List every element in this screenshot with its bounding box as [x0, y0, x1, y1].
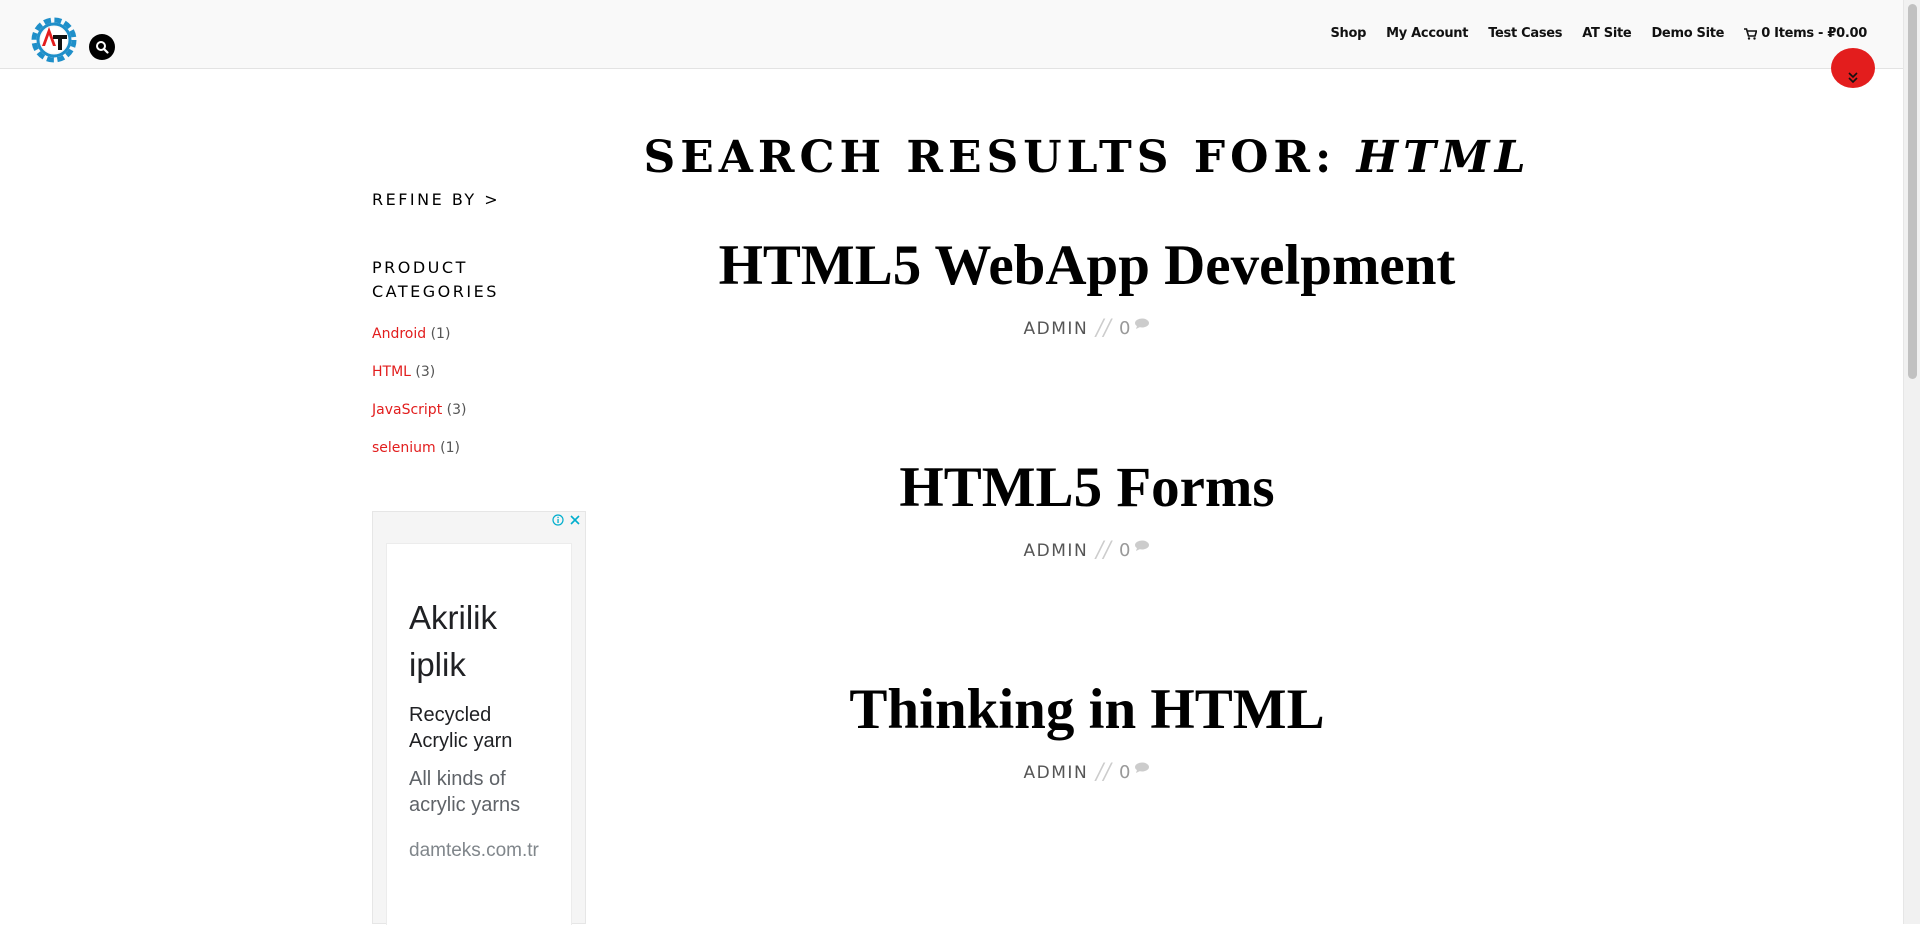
- category-count: (3): [446, 402, 467, 418]
- ad-close-icon[interactable]: [569, 514, 581, 526]
- post-meta: ADMIN // 0: [587, 316, 1587, 341]
- search-icon: [96, 41, 109, 54]
- comment-icon: [1135, 540, 1150, 551]
- ad-controls: [552, 514, 581, 526]
- category-count: (3): [415, 364, 436, 380]
- category-count: (1): [430, 326, 451, 342]
- ad-subheadline: Recycled Acrylic yarn: [409, 704, 513, 752]
- category-link-selenium[interactable]: selenium: [372, 440, 436, 456]
- ad-info-icon[interactable]: [552, 514, 564, 526]
- main-content: SEARCH RESULTS FOR: HTML HTML5 WebApp De…: [587, 0, 1587, 924]
- scroll-toggle-button[interactable]: [1831, 48, 1875, 88]
- post-item: HTML5 WebApp Develpment ADMIN // 0: [587, 233, 1587, 341]
- post-title[interactable]: Thinking in HTML: [587, 677, 1587, 743]
- page-title: SEARCH RESULTS FOR: HTML: [587, 132, 1587, 183]
- post-item: HTML5 Forms ADMIN // 0: [587, 455, 1587, 563]
- comment-count[interactable]: 0: [1119, 762, 1130, 783]
- category-link-android[interactable]: Android: [372, 326, 426, 342]
- search-query: HTML: [1356, 132, 1531, 183]
- post-title[interactable]: HTML5 Forms: [587, 455, 1587, 521]
- meta-separator: //: [1096, 538, 1111, 563]
- comment-icon: [1135, 318, 1150, 329]
- category-item: selenium (1): [372, 438, 466, 458]
- page-title-prefix: SEARCH RESULTS FOR:: [643, 132, 1337, 183]
- category-list: Android (1) HTML (3) JavaScript (3) sele…: [372, 324, 466, 476]
- post-meta: ADMIN // 0: [587, 538, 1587, 563]
- nav-at-site[interactable]: AT Site: [1582, 26, 1632, 41]
- category-item: JavaScript (3): [372, 400, 466, 420]
- category-item: Android (1): [372, 324, 466, 344]
- cart-icon: [1744, 27, 1758, 40]
- comment-icon: [1135, 762, 1150, 773]
- comment-count[interactable]: 0: [1119, 540, 1130, 561]
- meta-separator: //: [1096, 760, 1111, 785]
- category-item: HTML (3): [372, 362, 466, 382]
- category-count: (1): [440, 440, 460, 456]
- category-link-html[interactable]: HTML: [372, 364, 411, 380]
- nav-demo-site[interactable]: Demo Site: [1651, 26, 1724, 41]
- gear-logo-icon: [31, 17, 77, 63]
- search-button[interactable]: [89, 34, 115, 60]
- advertisement: Akrilik iplik Recycled Acrylic yarn All …: [372, 511, 586, 925]
- cart-label: 0 Items - ₽0.00: [1761, 26, 1867, 41]
- ad-description: All kinds of acrylic yarns: [409, 768, 521, 816]
- site-logo[interactable]: [27, 13, 81, 67]
- post-author[interactable]: ADMIN: [1024, 763, 1089, 783]
- ad-url: damteks.com.tr: [409, 840, 539, 861]
- meta-separator: //: [1096, 316, 1111, 341]
- post-meta: ADMIN // 0: [587, 760, 1587, 785]
- category-link-javascript[interactable]: JavaScript: [372, 402, 442, 418]
- page-scrollbar[interactable]: [1903, 0, 1920, 924]
- post-item: Thinking in HTML ADMIN // 0: [587, 677, 1587, 785]
- double-chevron-down-icon: [1848, 72, 1858, 84]
- product-categories-heading: PRODUCT CATEGORIES: [372, 258, 499, 301]
- post-author[interactable]: ADMIN: [1024, 319, 1089, 339]
- post-author[interactable]: ADMIN: [1024, 541, 1089, 561]
- ad-card[interactable]: Akrilik iplik Recycled Acrylic yarn All …: [386, 543, 572, 925]
- comment-count[interactable]: 0: [1119, 318, 1130, 339]
- refine-by-heading[interactable]: REFINE BY >: [372, 190, 500, 209]
- ad-headline: Akrilik iplik: [409, 599, 497, 683]
- scrollbar-thumb[interactable]: [1908, 4, 1917, 379]
- nav-cart[interactable]: 0 Items - ₽0.00: [1744, 26, 1867, 41]
- post-title[interactable]: HTML5 WebApp Develpment: [587, 233, 1587, 299]
